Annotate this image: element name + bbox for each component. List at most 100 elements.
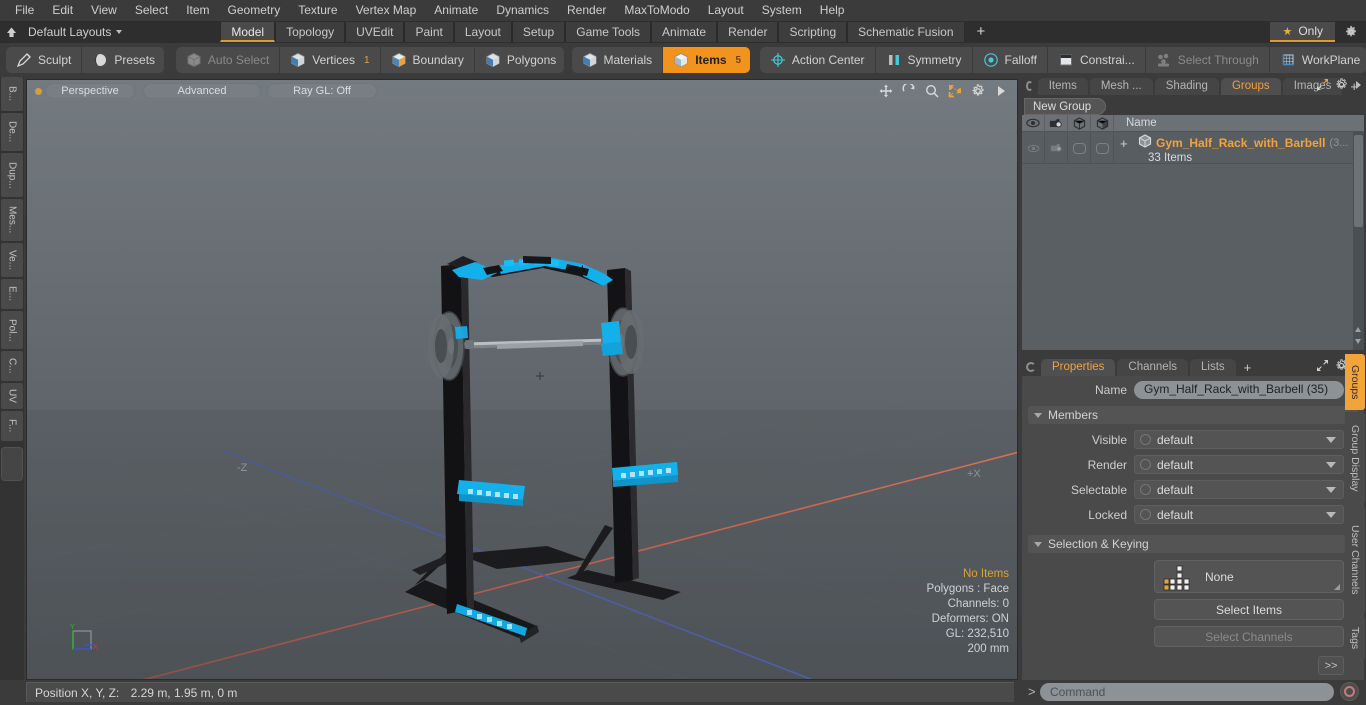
left-tab-1[interactable]: De... — [1, 113, 23, 151]
properties-tab-properties[interactable]: Properties — [1041, 358, 1116, 376]
layout-tab-animate[interactable]: Animate — [651, 22, 718, 42]
menu-item-animate[interactable]: Animate — [425, 0, 487, 21]
row-render-icon[interactable] — [1045, 132, 1068, 164]
more-options-button[interactable]: >> — [1318, 656, 1344, 675]
add-layout-tab[interactable]: + — [965, 22, 998, 42]
toolbar-button-items[interactable]: Items 5 — [662, 47, 750, 73]
cube2-icon[interactable] — [1091, 114, 1114, 132]
menu-item-file[interactable]: File — [6, 0, 43, 21]
menu-item-edit[interactable]: Edit — [43, 0, 82, 21]
table-row[interactable]: + Gym_Half_Rack_with_Barbell (3... 33 It… — [1022, 132, 1364, 164]
keying-set-selector[interactable]: None — [1154, 560, 1344, 593]
layout-tab-game-tools[interactable]: Game Tools — [565, 22, 652, 42]
rotate-icon[interactable] — [901, 83, 917, 99]
properties-menu-icon[interactable] — [1026, 362, 1036, 372]
toolbar-button-boundary[interactable]: Boundary — [379, 47, 474, 73]
panel-menu-icon[interactable] — [1026, 81, 1033, 91]
dropdown-render[interactable]: default — [1134, 455, 1344, 474]
left-tab-2[interactable]: Dup... — [1, 153, 23, 197]
property-toggle-knob[interactable] — [1140, 459, 1151, 470]
axis-gizmo[interactable]: Y X — [67, 621, 101, 661]
properties-tab-channels[interactable]: Channels — [1117, 358, 1189, 376]
menu-item-dynamics[interactable]: Dynamics — [487, 0, 558, 21]
scroll-up-arrow[interactable] — [1355, 327, 1361, 332]
layout-tab-model[interactable]: Model — [220, 22, 276, 42]
layout-preset-label[interactable]: Default Layouts — [22, 25, 111, 39]
members-section-header[interactable]: Members — [1028, 406, 1358, 424]
tree-scrollbar[interactable] — [1353, 132, 1364, 350]
panel-tab-mesh[interactable]: Mesh ... — [1089, 77, 1153, 95]
selection-keying-section-header[interactable]: Selection & Keying — [1028, 535, 1358, 553]
toolbar-button-materials[interactable]: Materials — [572, 47, 663, 73]
gear-icon[interactable] — [1341, 23, 1361, 41]
left-tab-3[interactable]: Mes... — [1, 199, 23, 241]
left-strip-pad[interactable] — [1, 447, 23, 481]
properties-expand-icon[interactable] — [1316, 359, 1329, 375]
left-tab-0[interactable]: B... — [1, 77, 23, 111]
menu-item-layout[interactable]: Layout — [699, 0, 753, 21]
group-row-content[interactable]: + Gym_Half_Rack_with_Barbell (3... 33 It… — [1114, 132, 1364, 164]
dropdown-visible[interactable]: default — [1134, 430, 1344, 449]
menu-item-geometry[interactable]: Geometry — [219, 0, 290, 21]
toolbar-button-select-through[interactable]: Select Through — [1144, 47, 1269, 73]
play-icon[interactable] — [993, 83, 1009, 99]
dropdown-selectable[interactable]: default — [1134, 480, 1344, 499]
menu-item-texture[interactable]: Texture — [289, 0, 346, 21]
scroll-down-arrow[interactable] — [1355, 339, 1361, 344]
layout-tab-uvedit[interactable]: UVEdit — [345, 22, 405, 42]
panel-tab-groups[interactable]: Groups — [1220, 77, 1281, 95]
name-input[interactable]: Gym_Half_Rack_with_Barbell (35) — [1134, 381, 1344, 399]
dropdown-locked[interactable]: default — [1134, 505, 1344, 524]
left-tab-4[interactable]: Ve... — [1, 243, 23, 277]
properties-add-tab[interactable]: + — [1238, 359, 1258, 376]
panel-tab-shading[interactable]: Shading — [1154, 77, 1219, 95]
property-toggle-knob[interactable] — [1140, 484, 1151, 495]
3d-viewport[interactable]: Perspective Advanced Ray GL: Off -Z +X N… — [26, 79, 1018, 680]
gym-rack-model[interactable] — [27, 80, 1018, 680]
row-selectable-toggle[interactable] — [1068, 132, 1091, 164]
side-tab-groups[interactable]: Groups — [1345, 354, 1365, 410]
menu-item-view[interactable]: View — [82, 0, 126, 21]
left-tab-9[interactable]: F... — [1, 411, 23, 441]
command-input[interactable]: Command — [1040, 683, 1334, 701]
left-tab-8[interactable]: UV — [1, 383, 23, 409]
move-icon[interactable] — [878, 83, 894, 99]
toolbar-button-constrai[interactable]: Constrai... — [1047, 47, 1145, 73]
chevron-right-icon[interactable] — [1354, 79, 1362, 93]
group-tree[interactable]: Name + Gym_Half_Rack_with_Barbell (3... … — [1022, 114, 1364, 350]
toolbar-button-auto-select[interactable]: Auto Select — [176, 47, 279, 73]
fit-icon[interactable] — [947, 83, 963, 99]
properties-tab-lists[interactable]: Lists — [1190, 358, 1236, 376]
panel-gear-icon[interactable] — [1335, 78, 1348, 94]
select-items-button[interactable]: Select Items — [1154, 599, 1344, 620]
menu-item-select[interactable]: Select — [126, 0, 177, 21]
expander-icon[interactable]: + — [1120, 137, 1128, 150]
toolbar-button-presets[interactable]: Presets — [81, 47, 164, 73]
layout-tab-scripting[interactable]: Scripting — [778, 22, 848, 42]
expand-icon[interactable] — [1316, 78, 1329, 94]
toolbar-button-action-center[interactable]: Action Center — [760, 47, 875, 73]
record-icon[interactable] — [1340, 682, 1359, 701]
cube-icon[interactable] — [1068, 114, 1091, 132]
toolbar-button-vertices[interactable]: Vertices 1 — [279, 47, 379, 73]
scrollbar-thumb[interactable] — [1354, 135, 1363, 227]
menu-item-maxtomodo[interactable]: MaxToModo — [615, 0, 698, 21]
left-tab-5[interactable]: E... — [1, 279, 23, 309]
only-toggle[interactable]: ★ Only — [1270, 22, 1335, 42]
menu-item-render[interactable]: Render — [558, 0, 615, 21]
zoom-icon[interactable] — [924, 83, 940, 99]
toolbar-button-workplane[interactable]: WorkPlane — [1268, 47, 1366, 73]
menu-item-item[interactable]: Item — [177, 0, 218, 21]
viewport-projection-pill[interactable]: Perspective — [45, 83, 135, 99]
left-tab-7[interactable]: C... — [1, 351, 23, 381]
layout-tab-topology[interactable]: Topology — [275, 22, 346, 42]
side-tab-user-channels[interactable]: User Channels — [1345, 506, 1365, 614]
panel-tab-items[interactable]: Items — [1037, 77, 1088, 95]
property-toggle-knob[interactable] — [1140, 434, 1151, 445]
viewport-raygl-pill[interactable]: Ray GL: Off — [267, 83, 377, 99]
layout-tab-paint[interactable]: Paint — [404, 22, 454, 42]
layout-tab-layout[interactable]: Layout — [453, 22, 512, 42]
home-icon[interactable] — [0, 21, 22, 43]
row-eye-icon[interactable] — [1022, 132, 1045, 164]
toolbar-button-symmetry[interactable]: Symmetry — [874, 47, 972, 73]
